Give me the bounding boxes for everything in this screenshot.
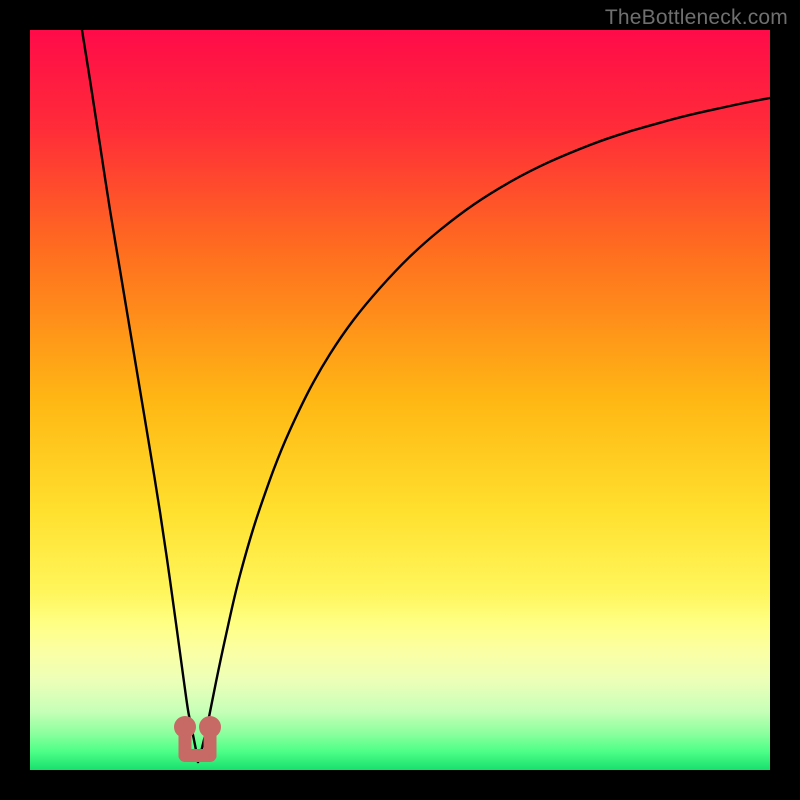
watermark-text: TheBottleneck.com bbox=[605, 6, 788, 30]
plot-area bbox=[30, 30, 770, 770]
curve-left-branch bbox=[82, 30, 198, 762]
optimum-u-marker bbox=[174, 716, 221, 762]
curve-layer bbox=[30, 30, 770, 770]
chart-frame: TheBottleneck.com bbox=[0, 0, 800, 800]
curve-right-branch bbox=[198, 98, 770, 762]
